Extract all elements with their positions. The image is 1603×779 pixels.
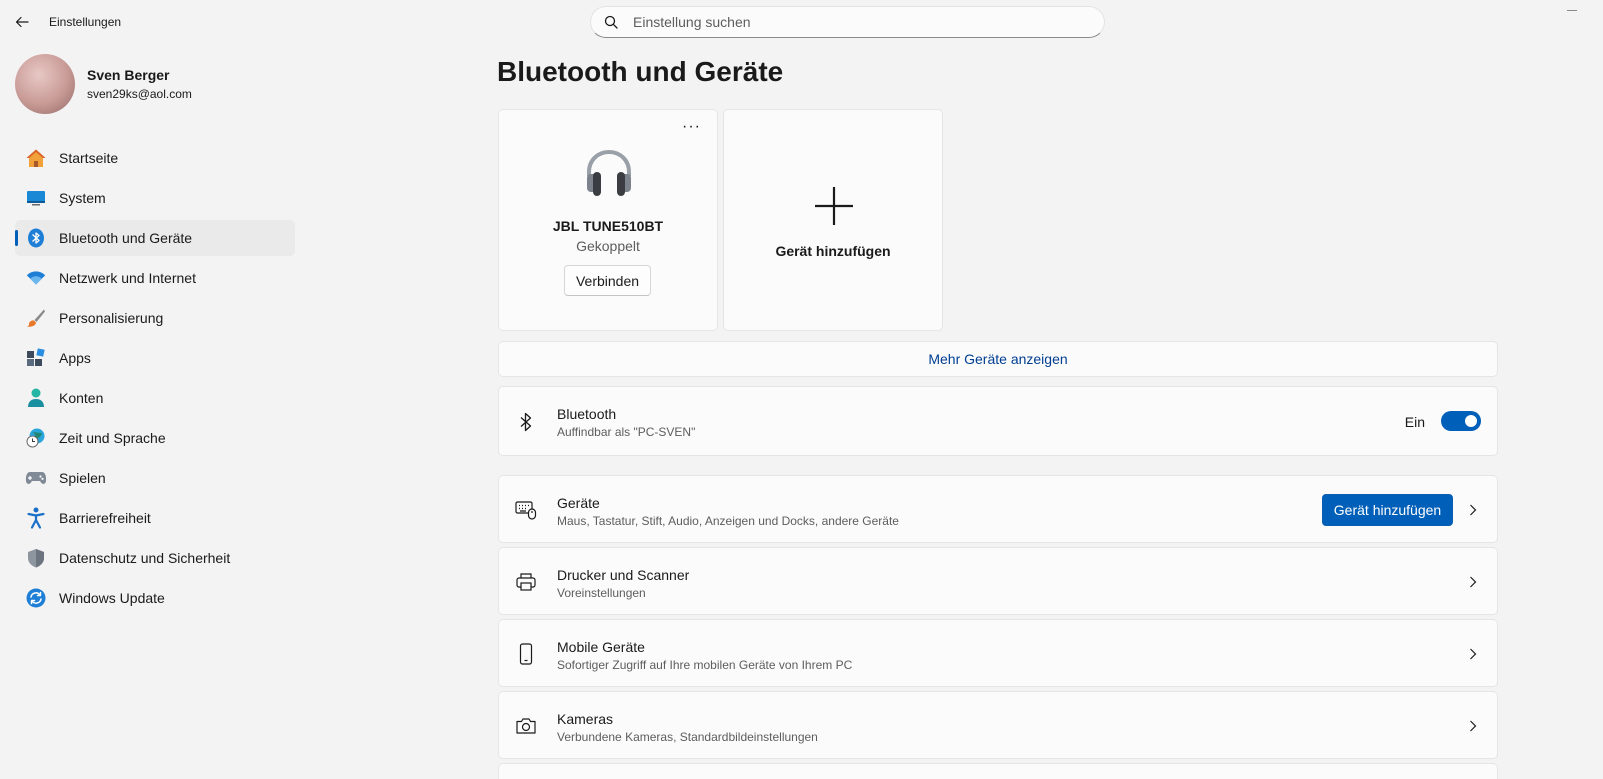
cameras-title: Kameras xyxy=(557,711,614,727)
device-card[interactable]: ··· JBL TUNE510BT Gekoppelt Verbinden xyxy=(498,109,718,331)
search-box[interactable] xyxy=(590,6,1105,38)
monitor-icon xyxy=(25,187,47,209)
mobile-devices-subtitle: Sofortiger Zugriff auf Ihre mobilen Gerä… xyxy=(557,658,853,672)
bluetooth-title: Bluetooth xyxy=(557,406,617,422)
add-device-label: Gerät hinzufügen xyxy=(775,243,891,259)
arrow-left-icon xyxy=(15,16,29,28)
sidebar-item-apps[interactable]: Apps xyxy=(15,340,295,376)
printers-title: Drucker und Scanner xyxy=(557,567,690,583)
sidebar-item-netzwerk[interactable]: Netzwerk und Internet xyxy=(15,260,295,296)
more-devices-label: Mehr Geräte anzeigen xyxy=(928,351,1068,367)
keyboard-mouse-icon xyxy=(515,499,537,521)
brush-icon xyxy=(25,307,47,329)
sidebar-item-label: Datenschutz und Sicherheit xyxy=(59,550,231,566)
printer-icon xyxy=(515,571,537,593)
plus-icon xyxy=(815,187,853,225)
sidebar-item-bluetooth[interactable]: Bluetooth und Geräte xyxy=(15,220,295,256)
gamepad-icon xyxy=(25,467,47,489)
profile-email: sven29ks@aol.com xyxy=(87,87,192,101)
mobile-devices-title: Mobile Geräte xyxy=(557,639,645,655)
devices-title: Geräte xyxy=(557,495,600,511)
shield-icon xyxy=(25,547,47,569)
device-name: JBL TUNE510BT xyxy=(552,218,664,234)
app-title: Einstellungen xyxy=(49,15,122,29)
person-icon xyxy=(25,387,47,409)
chevron-right-icon xyxy=(1465,718,1481,734)
sidebar-item-system[interactable]: System xyxy=(15,180,295,216)
profile-name: Sven Berger xyxy=(87,67,170,83)
more-devices-link[interactable]: Mehr Geräte anzeigen xyxy=(498,341,1498,377)
page-title: Bluetooth und Geräte xyxy=(497,56,784,87)
sidebar-item-datenschutz[interactable]: Datenschutz und Sicherheit xyxy=(15,540,295,576)
sidebar-item-label: Personalisierung xyxy=(59,310,164,326)
search-icon xyxy=(603,14,619,30)
sidebar-item-barrierefreiheit[interactable]: Barrierefreiheit xyxy=(15,500,295,536)
sidebar-item-spielen[interactable]: Spielen xyxy=(15,460,295,496)
headphones-icon xyxy=(587,149,631,196)
sidebar-item-label: System xyxy=(59,190,106,206)
bluetooth-subtitle: Auffindbar als "PC-SVEN" xyxy=(557,425,696,439)
sidebar-item-startseite[interactable]: Startseite xyxy=(15,140,295,176)
sidebar-item-zeit-sprache[interactable]: Zeit und Sprache xyxy=(15,420,295,456)
connect-button[interactable]: Verbinden xyxy=(564,265,651,296)
home-icon xyxy=(25,147,47,169)
sidebar-item-label: Barrierefreiheit xyxy=(59,510,151,526)
toggle-knob xyxy=(1465,415,1477,427)
sidebar-item-personalisierung[interactable]: Personalisierung xyxy=(15,300,295,336)
sidebar-item-label: Zeit und Sprache xyxy=(59,430,166,446)
printers-subtitle: Voreinstellungen xyxy=(557,586,646,600)
sidebar-item-label: Startseite xyxy=(59,150,119,166)
accessibility-icon xyxy=(25,507,47,529)
sidebar-item-windows-update[interactable]: Windows Update xyxy=(15,580,295,616)
chevron-right-icon xyxy=(1465,574,1481,590)
bluetooth-icon xyxy=(515,411,537,433)
cameras-subtitle: Verbundene Kameras, Standardbildeinstell… xyxy=(557,730,818,744)
device-status: Gekoppelt xyxy=(576,238,640,254)
bluetooth-toggle[interactable] xyxy=(1441,411,1481,431)
bluetooth-toggle-label: Ein xyxy=(1404,414,1425,430)
bluetooth-row: Bluetooth Auffindbar als "PC-SVEN" Ein xyxy=(498,386,1498,456)
chevron-right-icon xyxy=(1465,502,1481,518)
avatar[interactable] xyxy=(15,54,75,114)
bluetooth-icon xyxy=(25,227,47,249)
title-bar: Einstellungen xyxy=(0,0,1603,44)
globe-clock-icon xyxy=(25,427,47,449)
more-options-button[interactable]: ··· xyxy=(682,118,701,136)
next-settings-row[interactable] xyxy=(498,763,1498,779)
sidebar-item-label: Windows Update xyxy=(59,590,165,606)
sidebar-item-label: Netzwerk und Internet xyxy=(59,270,196,286)
update-icon xyxy=(25,587,47,609)
sidebar-item-label: Konten xyxy=(59,390,104,406)
sidebar-item-label: Apps xyxy=(59,350,91,366)
sidebar-item-label: Bluetooth und Geräte xyxy=(59,230,193,246)
chevron-right-icon xyxy=(1465,646,1481,662)
back-button[interactable] xyxy=(10,11,34,33)
devices-row[interactable]: Geräte Maus, Tastatur, Stift, Audio, Anz… xyxy=(498,475,1498,543)
sidebar-item-label: Spielen xyxy=(59,470,106,486)
sidebar-item-konten[interactable]: Konten xyxy=(15,380,295,416)
phone-icon xyxy=(515,643,537,665)
mobile-devices-row[interactable]: Mobile Geräte Sofortiger Zugriff auf Ihr… xyxy=(498,619,1498,687)
devices-subtitle: Maus, Tastatur, Stift, Audio, Anzeigen u… xyxy=(557,514,899,528)
sidebar-nav: Startseite System Bluetooth und Geräte N… xyxy=(15,140,295,620)
apps-icon xyxy=(25,347,47,369)
minimize-button[interactable] xyxy=(1567,10,1577,11)
user-profile[interactable]: Sven Berger sven29ks@aol.com xyxy=(15,54,192,114)
camera-icon xyxy=(515,715,537,737)
add-device-button[interactable]: Gerät hinzufügen xyxy=(1322,494,1453,526)
wifi-icon xyxy=(25,267,47,289)
cameras-row[interactable]: Kameras Verbundene Kameras, Standardbild… xyxy=(498,691,1498,759)
search-input[interactable] xyxy=(633,14,1073,30)
printers-row[interactable]: Drucker und Scanner Voreinstellungen xyxy=(498,547,1498,615)
add-device-card[interactable]: Gerät hinzufügen xyxy=(723,109,943,331)
